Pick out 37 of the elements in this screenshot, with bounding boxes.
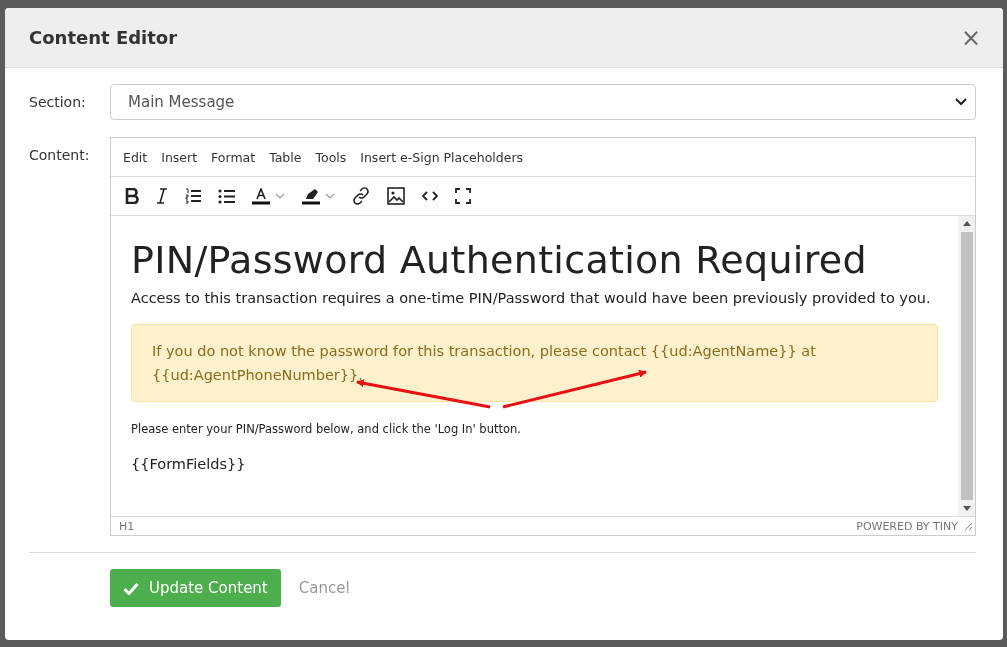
section-label: Section: [29, 93, 87, 110]
content-label: Content: [29, 146, 91, 163]
checkmark-icon [123, 581, 139, 595]
instruction-text: Please enter your PIN/Password below, and click the 'Log In' button. [131, 422, 522, 436]
link-icon[interactable] [352, 187, 370, 205]
fullscreen-icon[interactable] [455, 188, 471, 204]
resize-handle-icon[interactable] [964, 522, 972, 530]
chevron-down-icon [955, 98, 967, 106]
element-path[interactable]: H1 [119, 519, 135, 533]
menu-item[interactable]: Table [262, 145, 309, 169]
image-icon[interactable] [387, 187, 405, 205]
menu-item[interactable]: Tools [308, 145, 354, 169]
scroll-up-icon[interactable] [962, 221, 971, 226]
document-heading: PIN/Password Authentication Required [131, 238, 868, 282]
menu-item[interactable]: Insert e-Sign Placeholders [353, 145, 531, 169]
branding-link[interactable]: POWERED BY TINY [856, 519, 958, 533]
bullet-list-icon[interactable] [218, 188, 235, 204]
menu-item[interactable]: Format [204, 145, 263, 169]
dialog-title: Content Editor [29, 27, 178, 48]
close-button[interactable]: × [960, 23, 981, 52]
scrollbar[interactable] [958, 216, 975, 516]
caret-icon[interactable] [325, 193, 335, 199]
caret-icon[interactable] [275, 193, 285, 199]
text-color-icon[interactable] [252, 187, 270, 205]
code-icon[interactable] [422, 191, 438, 201]
alert-text: If you do not know the password for this transaction, please contact {{ud:AgentName}} at {{ud:AgentPhoneNumber}}. [152, 343, 816, 383]
italic-icon[interactable] [156, 188, 168, 204]
bold-icon[interactable] [125, 188, 139, 204]
numbered-list-icon[interactable] [185, 188, 201, 204]
intro-text: Access to this transaction requires a one-time PIN/Password that would have been previously provided to you. [131, 290, 932, 306]
placeholder-text: {{FormFields}} [131, 456, 247, 472]
scrollbar-thumb[interactable] [960, 232, 973, 500]
menu-item[interactable]: Insert [154, 145, 205, 169]
highlighter-icon[interactable] [302, 187, 320, 205]
scroll-down-icon[interactable] [962, 506, 971, 511]
section-dropdown[interactable]: Main Message [110, 84, 976, 120]
menu-item[interactable]: Edit [116, 145, 155, 169]
